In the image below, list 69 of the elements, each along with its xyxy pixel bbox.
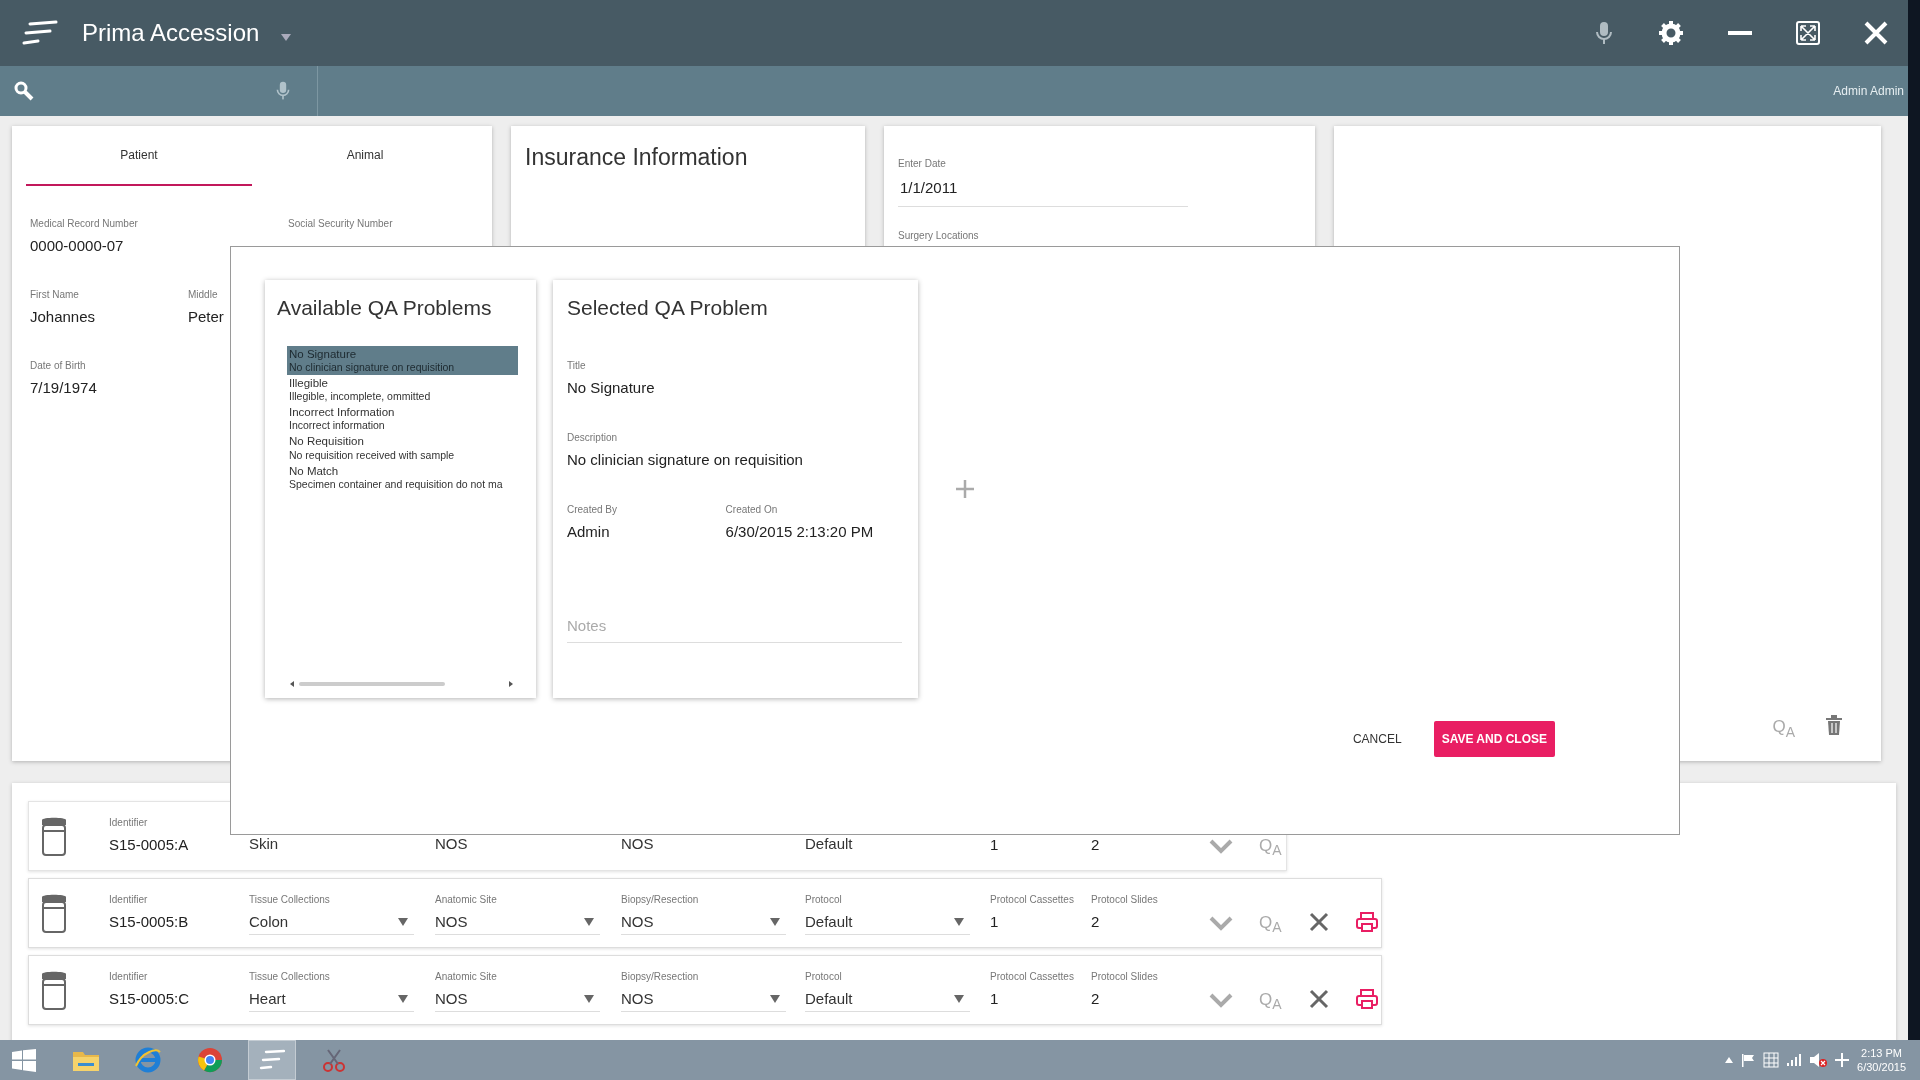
field-value: NOS — [435, 834, 469, 855]
dropdown-field[interactable]: Default — [805, 987, 970, 1012]
dropdown-field[interactable]: Colon — [249, 910, 414, 935]
field-label: Identifier — [109, 893, 149, 908]
field-value: Default — [805, 834, 854, 855]
field-label: Tissue Collections — [249, 969, 331, 984]
field-label: Protocol — [805, 969, 843, 984]
user-name: Admin Admin — [1833, 83, 1905, 100]
list-item[interactable]: Illegible Illegible, incomplete, ommitted — [287, 374, 518, 405]
app-title-dropdown[interactable]: Prima Accession — [82, 15, 292, 51]
field-value: Johannes — [30, 307, 97, 327]
field-label: Date of Birth — [30, 359, 87, 373]
dropdown-field[interactable]: NOS — [435, 910, 600, 935]
dropdown-field[interactable]: NOS — [621, 910, 786, 935]
field-label: Anatomic Site — [435, 892, 498, 907]
identifier-value: S15-0005:A — [109, 835, 190, 856]
list-item[interactable]: No Match Specimen container and requisition do not ma — [287, 462, 518, 492]
field-value: 1 — [990, 912, 1000, 933]
field-label: Surgery Locations — [898, 229, 980, 243]
field-label: Middle — [188, 288, 219, 302]
field-value: 2 — [1091, 989, 1101, 1010]
field-label: Social Security Number — [288, 217, 393, 231]
identifier-value: S15-0005:C — [109, 989, 191, 1010]
identifier-value: S15-0005:B — [109, 912, 190, 933]
field-label: First Name — [30, 288, 80, 302]
field-label: Protocol Slides — [1091, 893, 1159, 908]
field-value: NOS — [621, 834, 655, 855]
field-label: Identifier — [109, 816, 149, 831]
field-label: Protocol — [805, 892, 843, 907]
card-title: Selected QA Problem — [567, 295, 769, 321]
field-value: 1 — [990, 989, 1000, 1010]
list-item[interactable]: No Requisition No requisition received with sample — [287, 433, 518, 463]
field-label: Tissue Collections — [249, 892, 331, 907]
field-value: 1 — [990, 834, 1000, 855]
field-value: 6/30/2015 2:13:20 PM — [725, 521, 875, 542]
field-value: No clinician signature on requisition — [567, 449, 804, 470]
field-label: Created On — [725, 502, 779, 517]
field-label: Created By — [567, 502, 619, 517]
field-value: No Signature — [567, 377, 656, 398]
field-label: Identifier — [109, 970, 149, 985]
field-value: 2 — [1091, 912, 1101, 933]
cancel-button[interactable]: CANCEL — [1346, 729, 1408, 749]
field-label: Enter Date — [898, 157, 947, 171]
save-button[interactable]: SAVE AND CLOSE — [1433, 721, 1555, 757]
field-label: Biopsy/Resection — [621, 892, 700, 907]
field-value: 2 — [1091, 834, 1101, 855]
field-label: Protocol Slides — [1091, 970, 1159, 985]
dropdown-field[interactable]: NOS — [435, 987, 600, 1012]
card-title: Available QA Problems — [277, 295, 493, 321]
field-label: Protocol Cassettes — [990, 893, 1075, 908]
field-value: Peter — [188, 307, 224, 327]
card-title: Insurance Information — [525, 143, 749, 172]
tab[interactable]: Animal — [252, 126, 478, 186]
field-value: Admin — [567, 521, 611, 542]
field-label: Medical Record Number — [30, 217, 139, 231]
field-value: 0000-0000-07 — [30, 236, 125, 256]
dropdown-field[interactable]: NOS — [621, 987, 786, 1012]
dropdown-field[interactable]: Default — [805, 910, 970, 935]
list-item[interactable]: Incorrect Information Incorrect information — [287, 404, 518, 434]
field-label: Protocol Cassettes — [990, 970, 1075, 985]
dropdown-field[interactable]: Heart — [249, 987, 414, 1012]
field-label: Title — [567, 358, 587, 373]
field-label: Description — [567, 430, 619, 445]
field-label: Biopsy/Resection — [621, 969, 700, 984]
field-value: 7/19/1974 — [30, 378, 98, 398]
field-value: Skin — [249, 834, 280, 855]
field-label: Anatomic Site — [435, 969, 498, 984]
date-field[interactable]: 1/1/2011 — [898, 175, 1188, 207]
tab[interactable]: Patient — [26, 126, 252, 186]
